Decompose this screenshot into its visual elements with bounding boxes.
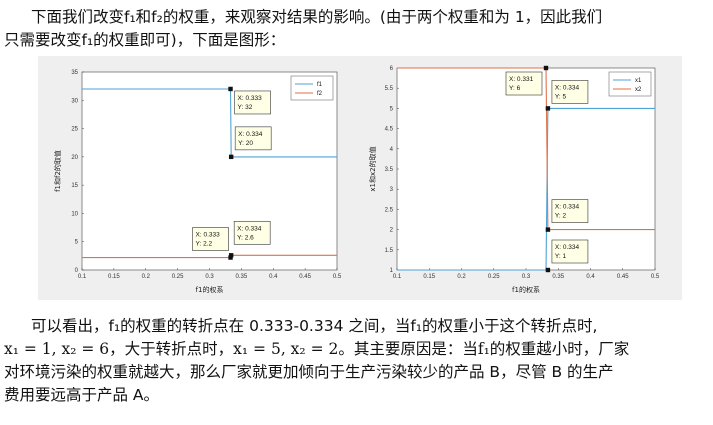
x-tick-label: 0.35	[236, 274, 248, 280]
y-tick-label: 1.5	[385, 248, 394, 254]
y-tick-label: 2.5	[385, 207, 394, 213]
x-tick-label: 0.25	[172, 274, 184, 280]
y-axis-label: x1和x2的取值	[368, 146, 377, 191]
datatip-x-label: X: 0.334	[238, 131, 263, 138]
legend-label: f1	[317, 82, 323, 88]
y-tick-label: 20	[71, 155, 78, 161]
y-tick-label: 4	[390, 147, 394, 153]
x-tick-label: 0.5	[651, 274, 660, 280]
x-tick-label: 0.15	[108, 274, 120, 280]
y-tick-label: 4.5	[385, 127, 394, 133]
datatip-x-label: X: 0.334	[555, 244, 580, 251]
datatip-marker	[545, 267, 551, 273]
datatip-x-label: X: 0.334	[237, 225, 262, 232]
chart-x-values: 0.1 0.15 0.2 0.25 0.3 0.35 0.4 0.45 0.511.522.53…	[368, 65, 660, 294]
y-tick-label: 35	[71, 70, 78, 76]
x-axis-label: f1的权系	[196, 285, 224, 294]
conclusion-line-3: 对环境污染的权重就越大，那么厂家就更加倾向于生产污染较少的产品 B，尽管 B 的…	[4, 363, 614, 381]
datatip-marker	[543, 65, 549, 71]
y-tick-label: 5	[390, 106, 394, 112]
x-tick-label: 0.45	[617, 274, 629, 280]
x-tick-label: 0.2	[142, 274, 151, 280]
x-tick-label: 0.1	[78, 274, 87, 280]
x-tick-label: 0.45	[299, 274, 311, 280]
x-tick-label: 0.3	[205, 274, 214, 280]
intro-line-1: 下面我们改变f₁和f₂的权重，来观察对结果的影响。(由于两个权重和为 1，因此我…	[31, 8, 603, 26]
x-tick-label: 0.4	[586, 274, 595, 280]
y-tick-label: 5	[75, 240, 79, 246]
datatip-y-label: Y: 1	[555, 253, 567, 260]
x-tick-label: 0.2	[457, 274, 466, 280]
datatip-marker	[228, 154, 234, 160]
conclusion-line-2: x₁ = 1, x₂ = 6，大于转折点时，x₁ = 5, x₂ = 2。其主要…	[4, 340, 630, 358]
datatip-x-label: X: 0.334	[555, 204, 580, 211]
datatip-y-label: Y: 2.6	[237, 234, 254, 241]
datatip-y-label: Y: 2.2	[196, 241, 213, 248]
x-tick-label: 0.15	[423, 274, 435, 280]
y-tick-label: 15	[71, 183, 78, 189]
x-tick-label: 0.5	[333, 274, 342, 280]
legend-label: f2	[317, 91, 323, 97]
conclusion-line-4: 费用要远高于产品 A。	[4, 386, 160, 404]
datatip-x-label: X: 0.333	[196, 232, 221, 239]
y-tick-label: 3	[390, 187, 394, 193]
y-tick-label: 25	[71, 127, 78, 133]
y-tick-label: 3.5	[385, 167, 394, 173]
chart-f-values: 0.1 0.15 0.2 0.25 0.3 0.35 0.4 0.45 0.5051015202…	[53, 70, 342, 294]
datatip-x-label: X: 0.334	[555, 84, 580, 91]
y-tick-label: 6	[390, 66, 394, 72]
intro-line-2: 只需要改变f₁的权重即可)，下面是图形：	[4, 31, 286, 49]
legend-box	[608, 71, 652, 97]
datatip-marker	[228, 86, 233, 92]
datatip-y-label: Y: 6	[509, 85, 521, 92]
x-tick-label: 0.35	[552, 274, 564, 280]
conclusion-line-1: 可以看出，f₁的权重的转折点在 0.333-0.334 之间，当f₁的权重小于这…	[31, 317, 598, 335]
y-tick-label: 10	[71, 211, 78, 217]
x-axis-label: f1的权系	[512, 285, 540, 294]
y-axis-label: f1和f2的取值	[53, 150, 62, 192]
y-tick-label: 5.5	[385, 86, 394, 92]
datatip-marker	[545, 227, 551, 232]
plot-area	[396, 67, 656, 271]
x-tick-label: 0.25	[488, 274, 500, 280]
datatip-marker	[545, 106, 551, 111]
legend-label: x1	[635, 78, 642, 84]
y-tick-label: 30	[71, 98, 78, 104]
datatip-y-label: Y: 2	[555, 213, 567, 220]
x-tick-label: 0.1	[393, 274, 402, 280]
legend-label: x2	[635, 87, 642, 93]
datatip-y-label: Y: 32	[238, 104, 253, 111]
datatip-x-label: X: 0.331	[509, 76, 534, 83]
legend-box	[290, 75, 334, 101]
datatip-x-label: X: 0.333	[238, 95, 263, 102]
y-tick-label: 2	[390, 228, 394, 234]
conclusion-paragraph: 可以看出，f₁的权重的转折点在 0.333-0.334 之间，当f₁的权重小于这…	[0, 315, 713, 407]
intro-paragraph: 下面我们改变f₁和f₂的权重，来观察对结果的影响。(由于两个权重和为 1，因此我…	[0, 6, 713, 52]
datatip-y-label: Y: 5	[555, 93, 567, 100]
x-tick-label: 0.3	[522, 274, 531, 280]
datatip-y-label: Y: 20	[238, 140, 253, 147]
x-tick-label: 0.4	[269, 274, 278, 280]
datatip-marker	[228, 253, 234, 258]
